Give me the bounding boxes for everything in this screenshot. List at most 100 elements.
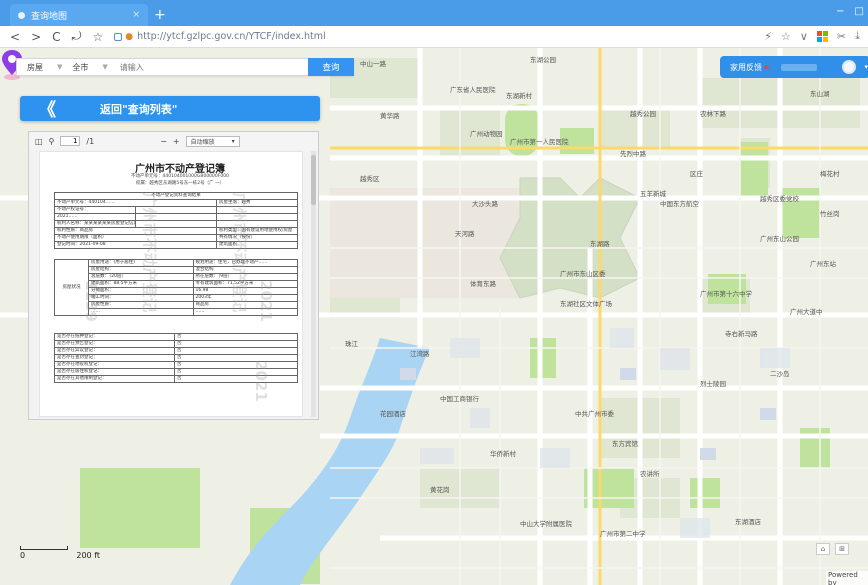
map-label: 寺右新马路 xyxy=(725,330,758,338)
table-row: 登记时间：2021-09-08 建筑面积 xyxy=(54,241,298,249)
map-label: 先烈中路 xyxy=(620,150,646,158)
search-bar: 房屋▼ 全市 ▼ 查询 xyxy=(16,58,354,76)
map-label: 中山大学附属医院 xyxy=(520,520,572,528)
info-table: 不动产登记资料查询结果 不动产单元号：440104…… 房屋坐落：越秀 不动产权证号：… xyxy=(54,192,298,249)
table-cell: 权利性质：商品房 xyxy=(54,227,217,235)
back-nav-button[interactable]: < xyxy=(10,30,20,44)
map-label: 中共广州市委 xyxy=(575,410,614,418)
feedback-label[interactable]: 家用反馈 xyxy=(730,62,762,73)
download-icon[interactable]: ⤓ xyxy=(855,29,860,43)
browser-tab[interactable]: 查询地图 × xyxy=(10,4,148,26)
map-label: 烈士陵园 xyxy=(700,380,726,388)
url-text[interactable]: http://ytcf.gzlpc.gov.cn/YTCF/index.html xyxy=(137,31,325,42)
reload-button[interactable]: C xyxy=(52,30,60,44)
doc-scrollbar[interactable] xyxy=(311,151,316,417)
table-cell: 否 xyxy=(174,340,298,348)
table-cell: 否 xyxy=(174,361,298,369)
maximize-button[interactable]: □ xyxy=(855,6,864,17)
table-cell: 否 xyxy=(174,354,298,362)
table-cell: 是否存在查封登记： xyxy=(54,354,175,362)
menu-chevron-icon[interactable]: ∨ xyxy=(800,30,808,43)
search-button[interactable]: 查询 xyxy=(308,58,354,76)
site-lock-icon xyxy=(114,32,123,41)
table-cell: 权利人名称：某某某某某某房屋登记信息 xyxy=(54,220,136,228)
page-total: /1 xyxy=(86,136,95,146)
type-select-value: 房屋 xyxy=(27,62,43,72)
map-label: 广州动物园 xyxy=(470,130,503,138)
undo-button[interactable]: ⤾ xyxy=(72,29,82,44)
new-tab-button[interactable]: + xyxy=(154,4,166,26)
table-cell: 否 xyxy=(174,368,298,376)
scale-distance: 200 ft xyxy=(76,551,100,560)
map-label: 东湖路 xyxy=(590,240,610,248)
chevron-down-icon: ▼ xyxy=(102,63,108,71)
map-label: 广州市第十六中学 xyxy=(700,290,752,298)
zoom-out-button[interactable]: − xyxy=(160,137,167,146)
map-label: 二沙岛 xyxy=(770,370,790,378)
sidebar-toggle-icon[interactable]: ◫ xyxy=(35,137,43,146)
toolbar-right: ⚡ ☆ ∨ ✂ ⤓ xyxy=(764,29,860,43)
address-bar[interactable]: ● http://ytcf.gzlpc.gov.cn/YTCF/index.ht… xyxy=(114,31,326,42)
table-cell: 是否存在异议登记： xyxy=(54,347,175,355)
table-cell: 否 xyxy=(174,347,298,355)
zoom-select[interactable]: 自动缩放 ▾ xyxy=(185,135,240,147)
forward-nav-button[interactable]: > xyxy=(31,30,41,44)
document-page: 广州市不动产登记簿 不动产单元号：440104001000GB00000F000… xyxy=(39,151,303,417)
home-icon[interactable]: ⌂ xyxy=(816,543,830,555)
zoom-in-button[interactable]: + xyxy=(173,137,180,146)
scissors-icon[interactable]: ✂ xyxy=(837,30,846,43)
table-row: 是否存在抵押登记：否 xyxy=(54,333,298,341)
map-label: 花园酒店 xyxy=(380,410,406,418)
map-label: 东湖酒店 xyxy=(735,518,761,526)
scrollbar-thumb[interactable] xyxy=(311,155,316,205)
search-icon[interactable]: ⚲ xyxy=(49,137,55,146)
tab-bar: 查询地图 × + − □ xyxy=(0,0,868,26)
map-controls: ⌂ ⊞ xyxy=(816,543,849,555)
map-label: 梅花村 xyxy=(820,170,840,178)
search-input[interactable] xyxy=(119,62,230,72)
table-cell: 是否存在预告登记： xyxy=(54,340,175,348)
type-select[interactable]: 房屋 ▼ xyxy=(17,59,62,75)
table-row: 房屋结构： 混合结构 xyxy=(55,266,298,274)
security-icon: ● xyxy=(125,31,134,42)
page-number-input[interactable] xyxy=(60,136,81,146)
map-label: 珠江 xyxy=(345,340,358,348)
map-label: 竹丝岗 xyxy=(820,210,840,218)
map-label: 黄花岗 xyxy=(430,486,450,494)
share-icon[interactable]: ⚡ xyxy=(764,30,772,43)
powered-by: Powered by xyxy=(826,571,868,585)
masked-text xyxy=(781,63,817,71)
map-label: 广州东站 xyxy=(810,260,836,268)
back-to-list-button[interactable]: 《 返回"查询列表" xyxy=(20,96,320,121)
favorites-icon[interactable]: ☆ xyxy=(781,30,791,43)
fullscreen-icon[interactable]: ⊞ xyxy=(835,543,849,555)
table-row: 不动产使用期限（面积） 共有情况（按份） xyxy=(54,234,298,242)
map-label: 天河路 xyxy=(455,230,475,238)
avatar[interactable] xyxy=(842,60,856,74)
document-viewer: ◫ ⚲ /1 − + 自动缩放 ▾ 广州市不动产登记簿 不动产单元号：440104… xyxy=(28,131,319,420)
map-label: 广州市第二中学 xyxy=(600,530,646,538)
map-label: 区庄 xyxy=(690,170,703,178)
scale-zero: 0 xyxy=(20,551,26,560)
table-cell: 不动产权证号： xyxy=(54,206,136,214)
district-select[interactable]: 全市 ▼ xyxy=(62,59,107,75)
map-label: 中国东方航空 xyxy=(660,200,699,208)
table-row: 不动产登记资料查询结果 xyxy=(54,192,298,200)
watermark: 2021 xyxy=(256,280,275,322)
table-cell: 不动产登记资料查询结果 xyxy=(54,192,298,200)
notification-dot-icon xyxy=(765,65,769,69)
table-cell: 否 xyxy=(174,375,298,383)
minimize-button[interactable]: − xyxy=(836,6,844,17)
table-row: 权利人名称：某某某某某某房屋登记信息 xyxy=(54,220,298,228)
user-bar[interactable]: 家用反馈 ▾ xyxy=(720,56,868,78)
bookmark-star-icon[interactable]: ☆ xyxy=(93,30,104,44)
map-label: 东湖社区文体广场 xyxy=(560,300,612,308)
tab-close-button[interactable]: × xyxy=(132,10,140,20)
zoom-select-value: 自动缩放 xyxy=(190,138,215,146)
map-label: 中国工商银行 xyxy=(440,395,479,403)
chevron-down-icon[interactable]: ▾ xyxy=(864,63,868,71)
browser-window: 查询地图 × + − □ < > C ⤾ ☆ ● http://ytcf.gzl… xyxy=(0,0,868,585)
chevron-down-icon: ▾ xyxy=(231,137,235,145)
table-cell: 是否存在抵押登记： xyxy=(54,333,175,341)
apps-grid-icon[interactable] xyxy=(816,30,828,42)
